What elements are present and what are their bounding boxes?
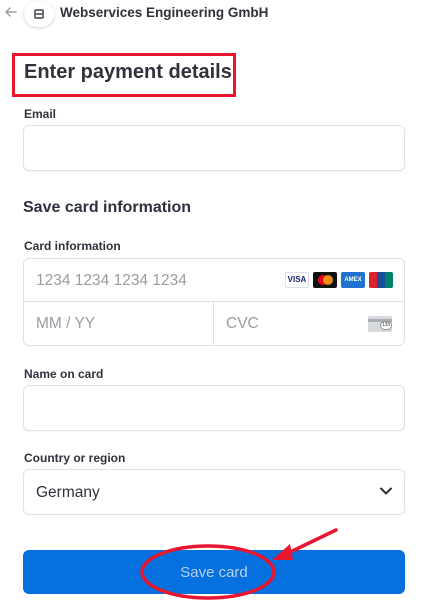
page-title: Enter payment details [24, 61, 232, 83]
merchant-logo-icon [24, 1, 54, 27]
unionpay-icon [369, 272, 393, 288]
section-title: Save card information [23, 199, 192, 216]
card-information-group: 1234 1234 1234 1234 VISA AMEX MM / YY CV… [23, 258, 405, 346]
arrow-left-icon[interactable] [4, 5, 18, 19]
cvc-card-icon: 135 [368, 316, 392, 332]
name-on-card-label: Name on card [24, 367, 104, 381]
country-selected-value: Germany [36, 484, 100, 501]
country-label: Country or region [24, 451, 126, 465]
card-number-placeholder: 1234 1234 1234 1234 [36, 272, 187, 289]
cvc-placeholder: CVC [226, 315, 259, 332]
card-information-label: Card information [24, 239, 121, 253]
name-on-card-field[interactable] [23, 385, 405, 431]
chevron-down-icon [379, 484, 393, 498]
expiry-placeholder: MM / YY [36, 315, 96, 332]
email-field[interactable] [23, 125, 405, 171]
mastercard-icon [313, 272, 337, 288]
email-label: Email [24, 107, 57, 121]
save-card-label: Save card [180, 564, 248, 581]
top-bar: Webservices Engineering GmbH [0, 0, 423, 30]
country-select[interactable]: Germany [23, 469, 405, 515]
visa-icon: VISA [285, 272, 309, 288]
expiry-input[interactable]: MM / YY [24, 302, 214, 345]
save-card-button[interactable]: Save card [23, 550, 405, 594]
card-number-input[interactable]: 1234 1234 1234 1234 VISA AMEX [24, 259, 404, 302]
amex-icon: AMEX [341, 272, 365, 288]
cvc-input[interactable]: CVC 135 [214, 302, 404, 345]
merchant-name: Webservices Engineering GmbH [60, 5, 269, 20]
